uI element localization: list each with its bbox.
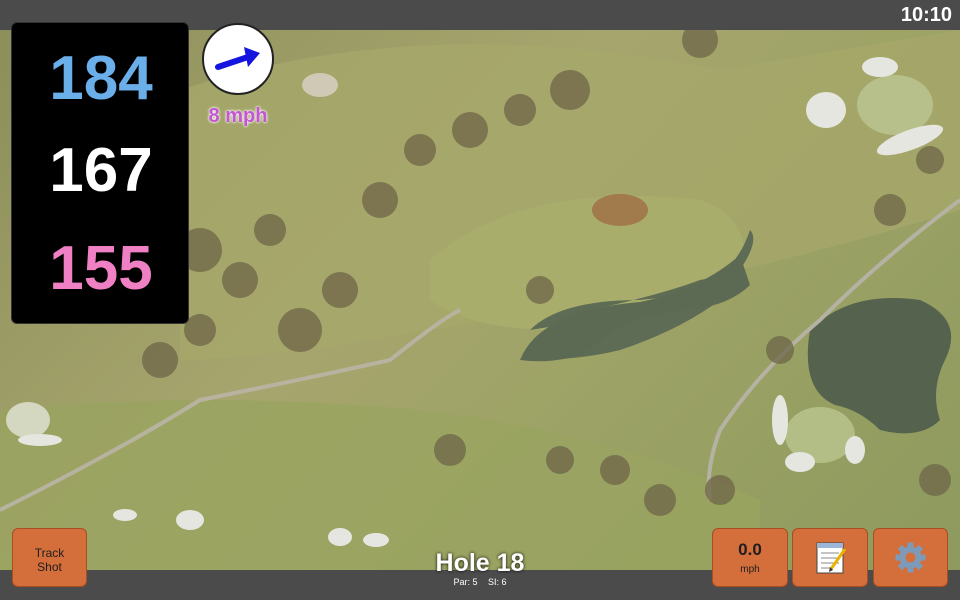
distance-back: 184: [49, 44, 153, 113]
distance-front: 155: [49, 234, 153, 303]
distance-panel: 184 167 155: [11, 22, 189, 324]
speed-unit: mph: [740, 564, 760, 575]
distance-middle: 167: [49, 136, 153, 205]
clock: 10:10: [900, 4, 952, 26]
speed-value: 0.0: [738, 540, 762, 559]
gear-icon: [895, 542, 926, 573]
track-shot-label-line1: Track: [34, 546, 65, 560]
wind-speed: 8 mph: [208, 105, 268, 127]
track-shot-button[interactable]: Track Shot: [12, 528, 87, 587]
hole-stroke-index: SI: 6: [488, 577, 507, 587]
hole-par: Par: 5: [453, 577, 478, 587]
speed-button[interactable]: 0.0 mph: [712, 528, 788, 587]
settings-button[interactable]: [873, 528, 948, 587]
track-shot-label-line2: Shot: [37, 560, 62, 574]
wind-arrow-icon: [215, 47, 260, 70]
notepad-icon: [816, 542, 847, 574]
notes-button[interactable]: [792, 528, 868, 587]
hole-title: Hole 18: [435, 549, 525, 577]
wind-indicator: [202, 23, 274, 95]
hole-info: Par: 5 SI: 6: [380, 577, 580, 587]
